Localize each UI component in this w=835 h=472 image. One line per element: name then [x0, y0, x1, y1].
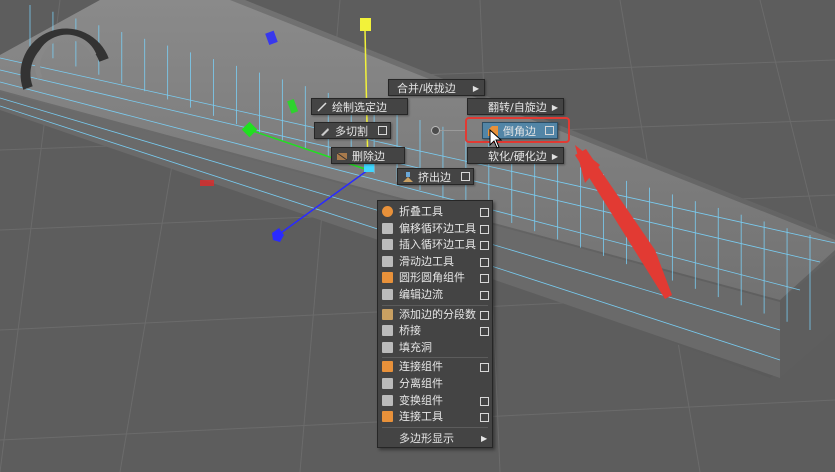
option-box-icon[interactable] — [480, 257, 489, 267]
marking-menu-anchor — [431, 126, 440, 135]
context-menu-item-label: 添加边的分段数 — [399, 307, 476, 321]
option-box-icon[interactable] — [480, 327, 489, 337]
context-menu-item-label: 插入循环边工具 — [399, 238, 476, 252]
submenu-arrow-icon: ▶ — [551, 152, 558, 161]
option-box-icon[interactable] — [480, 363, 489, 373]
edge-context-menu: 折叠工具偏移循环边工具 插入循环边工具 滑动边工具圆形圆角组件 编辑边流添加边的分段数… — [377, 200, 493, 448]
context-menu-item[interactable]: 插入循环边工具 — [378, 237, 492, 253]
polygon-display-submenu[interactable]: 多边形显示 ▶ — [378, 431, 492, 447]
multi-cut-icon — [321, 128, 329, 136]
context-menu-item-label: 偏移循环边工具 — [399, 221, 476, 235]
context-menu-item-label: 填充洞 — [399, 340, 432, 354]
submenu-arrow-icon: ▶ — [481, 433, 488, 443]
context-menu-item-label: 连接组件 — [399, 360, 443, 374]
context-menu-item-label: 折叠工具 — [399, 205, 443, 218]
mm-extrude-edge-label: 挤出边 — [418, 171, 451, 184]
option-box-icon[interactable] — [480, 413, 489, 423]
insert-edge-loop-icon — [382, 239, 393, 251]
context-menu-item-label: 编辑边流 — [399, 288, 443, 301]
mm-bevel-edge-label: 倒角边 — [503, 125, 536, 138]
mm-multi-cut-button[interactable]: 多切割 — [314, 122, 391, 139]
option-box-icon[interactable] — [480, 208, 489, 217]
submenu-arrow-icon: ▶ — [551, 103, 558, 112]
connect-tool-icon — [382, 411, 393, 423]
context-menu-item[interactable]: 分离组件 — [378, 376, 492, 392]
context-menu-item[interactable]: 折叠工具 — [378, 204, 492, 220]
circularize-icon — [382, 272, 393, 284]
transform-components-icon — [382, 394, 393, 406]
slide-edge-icon — [382, 255, 393, 267]
mm-flip-spin-edge-button[interactable]: 翻转/自旋边 ▶ — [467, 98, 564, 115]
context-menu-item[interactable]: 滑动边工具 — [378, 254, 492, 270]
option-box-icon[interactable] — [378, 126, 387, 135]
crease-tool-icon — [382, 206, 393, 217]
context-menu-item[interactable]: 桥接 — [378, 323, 492, 339]
edit-edge-flow-icon — [382, 289, 393, 300]
option-box-icon[interactable] — [480, 396, 489, 406]
context-menu-item-label: 连接工具 — [399, 410, 443, 424]
mouse-cursor-icon — [489, 129, 503, 149]
submenu-arrow-icon: ▶ — [472, 84, 479, 93]
option-box-icon[interactable] — [480, 274, 489, 284]
mm-merge-collapse-button[interactable]: 合并/收拢边 ▶ — [388, 79, 485, 96]
mm-delete-edge-label: 删除边 — [352, 150, 385, 163]
fill-hole-icon — [382, 341, 393, 353]
extrude-edge-icon — [403, 172, 413, 182]
mm-flip-spin-edge-label: 翻转/自旋边 — [488, 101, 547, 114]
context-menu-item[interactable]: 偏移循环边工具 — [378, 221, 492, 237]
menu-separator — [382, 426, 488, 428]
add-divisions-icon — [382, 308, 393, 320]
connect-components-icon — [382, 361, 393, 373]
mm-draw-select-edge-label: 绘制选定边 — [332, 101, 387, 114]
detach-components-icon — [382, 378, 393, 389]
delete-edge-icon — [336, 152, 348, 161]
gizmo-x-handle-icon[interactable] — [200, 180, 214, 186]
context-menu-item[interactable]: 连接组件 — [378, 359, 492, 375]
mm-draw-select-edge-button[interactable]: 绘制选定边 — [311, 98, 408, 115]
context-menu-item[interactable]: 编辑边流 — [378, 287, 492, 303]
mm-soften-harden-edge-label: 软化/硬化边 — [488, 150, 547, 163]
menu-separator — [382, 304, 488, 306]
polygon-display-label: 多边形显示 — [399, 431, 454, 445]
option-box-icon[interactable] — [480, 241, 489, 251]
mm-multi-cut-label: 多切割 — [335, 125, 368, 138]
gizmo-y-handle-icon[interactable] — [360, 18, 371, 31]
context-menu-item[interactable]: 添加边的分段数 — [378, 307, 492, 323]
context-menu-item-label: 圆形圆角组件 — [399, 271, 465, 285]
option-box-icon[interactable] — [480, 291, 489, 300]
mm-soften-harden-edge-button[interactable]: 软化/硬化边 ▶ — [467, 147, 564, 164]
bridge-icon — [382, 325, 393, 337]
draw-edge-icon — [317, 102, 327, 112]
context-menu-item[interactable]: 变换组件 — [378, 393, 492, 409]
option-box-icon[interactable] — [545, 126, 554, 135]
option-box-icon[interactable] — [480, 224, 489, 234]
context-menu-item-label: 变换组件 — [399, 393, 443, 407]
marking-menu-anchor-line — [440, 130, 466, 131]
context-menu-item[interactable]: 连接工具 — [378, 409, 492, 425]
option-box-icon[interactable] — [461, 172, 470, 181]
context-menu-item[interactable]: 圆形圆角组件 — [378, 270, 492, 286]
context-menu-item-label: 滑动边工具 — [399, 254, 454, 268]
menu-separator — [382, 357, 488, 359]
context-menu-item-label: 分离组件 — [399, 377, 443, 390]
offset-edge-loop-icon — [382, 222, 393, 234]
gizmo-z-handle-icon[interactable] — [272, 228, 284, 242]
context-menu-item[interactable]: 填充洞 — [378, 340, 492, 356]
option-box-icon[interactable] — [480, 310, 489, 320]
context-menu-item-label: 桥接 — [399, 324, 421, 338]
mm-merge-collapse-label: 合并/收拢边 — [397, 82, 456, 95]
mm-extrude-edge-button[interactable]: 挤出边 — [397, 168, 474, 185]
mm-delete-edge-button[interactable]: 删除边 — [331, 147, 405, 164]
